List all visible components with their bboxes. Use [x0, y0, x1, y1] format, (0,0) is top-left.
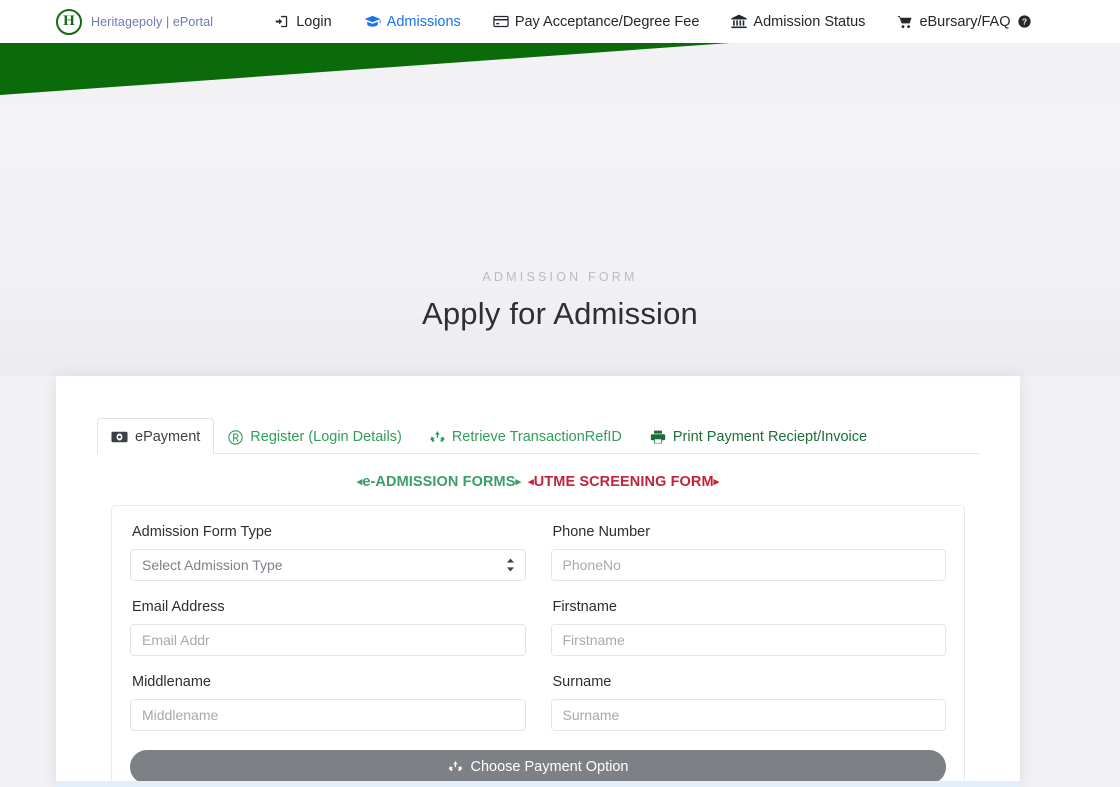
nav-item-admission-status[interactable]: Admission Status — [731, 14, 865, 30]
admission-form-panel: Admission Form Type Select Admission Typ… — [111, 505, 965, 787]
nav-items: Login Admissions Pay Acceptance/Degr — [275, 14, 1062, 30]
nav-item-pay-acceptance-degree-fee[interactable]: Pay Acceptance/Degree Fee — [493, 14, 700, 30]
tab-label: ePayment — [135, 429, 200, 445]
admission-form-type-select[interactable]: Select Admission Type — [130, 549, 526, 581]
graduation-cap-icon — [364, 14, 381, 29]
nav-item-ebursary-faq[interactable]: eBursary/FAQ ? — [897, 14, 1030, 30]
page-kicker: ADMISSION FORM — [482, 270, 637, 284]
field-group-phone-number: Phone Number — [551, 524, 947, 581]
email-address-input[interactable] — [130, 624, 526, 656]
firstname-input[interactable] — [551, 624, 947, 656]
top-navbar: H Heritagepoly | ePortal Login Admission… — [0, 0, 1120, 43]
select-wrapper: Select Admission Type — [130, 549, 526, 581]
nav-item-label: Admissions — [387, 14, 461, 30]
caret-right-icon: ▸ — [714, 476, 720, 488]
tab-label: Retrieve TransactionRefID — [452, 429, 622, 445]
tab-register-login-details[interactable]: Register (Login Details) — [214, 418, 416, 454]
field-group-middlename: Middlename — [130, 674, 526, 731]
link-label: UTME SCREENING FORM — [534, 474, 714, 490]
form-row-1: Admission Form Type Select Admission Typ… — [130, 524, 946, 581]
form-row-2: Email Address Firstname — [130, 599, 946, 656]
nav-item-label: Pay Acceptance/Degree Fee — [515, 14, 700, 30]
nav-item-label: Admission Status — [753, 14, 865, 30]
money-bill-icon — [111, 431, 128, 443]
green-diagonal-banner — [0, 43, 1120, 103]
label-email-address: Email Address — [132, 599, 526, 615]
label-phone-number: Phone Number — [553, 524, 947, 540]
surname-input[interactable] — [551, 699, 947, 731]
recycle-icon — [430, 430, 445, 445]
hero-section: ADMISSION FORM Apply for Admission — [0, 103, 1120, 376]
phone-number-input[interactable] — [551, 549, 947, 581]
form-tabs: ePayment Register (Login Details) Retrie… — [97, 418, 979, 454]
nav-item-label: eBursary/FAQ — [919, 14, 1010, 30]
field-group-admission-form-type: Admission Form Type Select Admission Typ… — [130, 524, 526, 581]
page-title: Apply for Admission — [422, 296, 698, 332]
row-spacer — [130, 656, 946, 674]
label-middlename: Middlename — [132, 674, 526, 690]
recycle-icon — [448, 760, 463, 774]
sign-in-icon — [275, 14, 290, 29]
link-label: e-ADMISSION FORMS — [362, 474, 515, 490]
credit-card-icon — [493, 15, 509, 28]
label-surname: Surname — [553, 674, 947, 690]
registered-icon — [228, 430, 243, 445]
printer-icon — [650, 430, 666, 444]
field-group-surname: Surname — [551, 674, 947, 731]
heritagepoly-logo-icon: H — [56, 9, 82, 35]
caret-right-icon: ▸ — [515, 476, 521, 488]
tab-retrieve-transaction-ref-id[interactable]: Retrieve TransactionRefID — [416, 418, 636, 454]
choose-payment-option-button[interactable]: Choose Payment Option — [130, 750, 946, 784]
nav-item-login[interactable]: Login — [275, 14, 331, 30]
form-type-switcher: ◂e-ADMISSION FORMS▸ ◂UTME SCREENING FORM▸ — [56, 474, 1020, 490]
form-row-3: Middlename Surname — [130, 674, 946, 731]
brand-name: Heritagepoly | ePortal — [91, 15, 213, 29]
bottom-accent-strip — [56, 781, 1020, 787]
row-spacer — [130, 581, 946, 599]
link-e-admission-forms[interactable]: ◂e-ADMISSION FORMS▸ — [357, 474, 521, 490]
field-group-firstname: Firstname — [551, 599, 947, 656]
field-group-email-address: Email Address — [130, 599, 526, 656]
tab-epayment[interactable]: ePayment — [97, 418, 214, 454]
tab-label: Register (Login Details) — [250, 429, 402, 445]
label-firstname: Firstname — [553, 599, 947, 615]
shopping-cart-icon — [897, 15, 913, 29]
button-label: Choose Payment Option — [471, 759, 629, 775]
nav-item-label: Login — [296, 14, 331, 30]
link-utme-screening-form[interactable]: ◂UTME SCREENING FORM▸ — [528, 474, 719, 490]
tab-print-payment-receipt-invoice[interactable]: Print Payment Reciept/Invoice — [636, 418, 881, 454]
label-admission-form-type: Admission Form Type — [132, 524, 526, 540]
brand-logo-link[interactable]: H Heritagepoly | ePortal — [56, 9, 213, 35]
help-circle-icon[interactable]: ? — [1018, 15, 1031, 28]
svg-text:?: ? — [1021, 17, 1026, 27]
admission-form-card: ePayment Register (Login Details) Retrie… — [56, 376, 1020, 787]
bank-icon — [731, 14, 747, 29]
tab-label: Print Payment Reciept/Invoice — [673, 429, 867, 445]
middlename-input[interactable] — [130, 699, 526, 731]
nav-item-admissions[interactable]: Admissions — [364, 14, 461, 30]
